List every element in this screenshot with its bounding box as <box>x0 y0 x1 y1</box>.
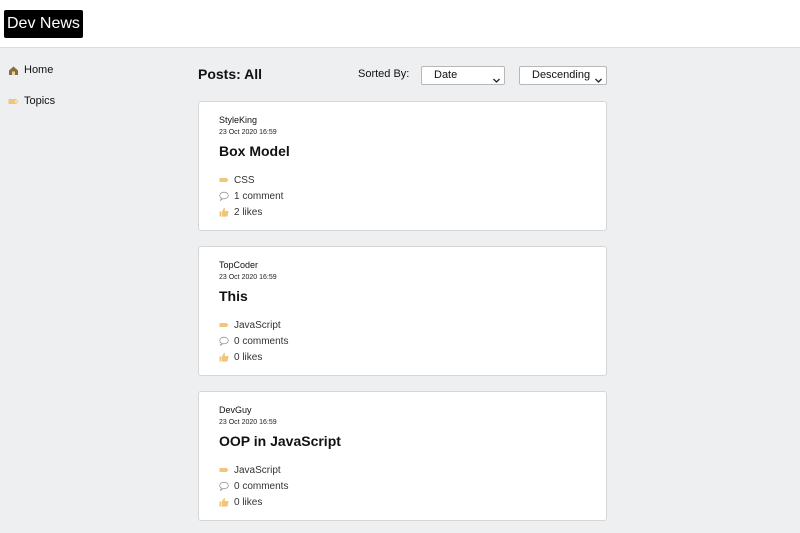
chevron-down-icon <box>493 73 500 83</box>
post-comments[interactable]: 0 comments <box>219 334 288 348</box>
tag-icon <box>219 175 229 185</box>
post-author[interactable]: DevGuy <box>219 405 252 415</box>
post-topic[interactable]: JavaScript <box>219 463 281 477</box>
post-topic-label: CSS <box>234 174 255 186</box>
sidebar-item-label: Topics <box>24 95 56 107</box>
post-topic-label: JavaScript <box>234 464 281 476</box>
sort-field-select[interactable]: Date <box>421 66 505 85</box>
post-title[interactable]: This <box>219 288 248 304</box>
post-card[interactable]: TopCoder 23 Oct 2020 16:59 This JavaScri… <box>198 246 607 376</box>
home-icon <box>8 65 19 76</box>
app-logo[interactable]: Dev News <box>4 10 83 38</box>
app-header: Dev News <box>0 0 800 48</box>
post-date: 23 Oct 2020 16:59 <box>219 274 277 281</box>
sidebar-item-label: Home <box>24 64 54 76</box>
chevron-down-icon <box>595 73 602 83</box>
post-comments-label: 0 comments <box>234 480 289 492</box>
sort-field-value: Date <box>434 69 458 81</box>
post-title[interactable]: Box Model <box>219 143 290 159</box>
sort-order-value: Descending <box>532 69 591 81</box>
sort-label: Sorted By: <box>358 68 410 80</box>
post-topic[interactable]: CSS <box>219 173 255 187</box>
tag-icon <box>8 96 19 107</box>
post-likes-label: 0 likes <box>234 351 263 363</box>
post-comments[interactable]: 0 comments <box>219 479 288 493</box>
post-card[interactable]: DevGuy 23 Oct 2020 16:59 OOP in JavaScri… <box>198 391 607 521</box>
post-comments[interactable]: 1 comment <box>219 189 283 203</box>
post-likes[interactable]: 0 likes <box>219 495 262 509</box>
post-likes[interactable]: 2 likes <box>219 205 262 219</box>
post-topic[interactable]: JavaScript <box>219 318 281 332</box>
post-card[interactable]: StyleKing 23 Oct 2020 16:59 Box Model CS… <box>198 101 607 231</box>
post-likes-label: 2 likes <box>234 206 263 218</box>
speech-bubble-icon <box>219 191 229 202</box>
post-likes-label: 0 likes <box>234 496 263 508</box>
speech-bubble-icon <box>219 481 229 492</box>
tag-icon <box>219 465 229 475</box>
post-author[interactable]: TopCoder <box>219 260 258 270</box>
post-author[interactable]: StyleKing <box>219 115 257 125</box>
page-title: Posts: All <box>198 66 263 82</box>
sidebar-item-topics[interactable]: Topics <box>8 91 55 111</box>
thumbs-up-icon <box>219 352 229 362</box>
post-comments-label: 0 comments <box>234 335 289 347</box>
post-likes[interactable]: 0 likes <box>219 350 262 364</box>
thumbs-up-icon <box>219 497 229 507</box>
post-title[interactable]: OOP in JavaScript <box>219 433 341 449</box>
sort-order-select[interactable]: Descending <box>519 66 607 85</box>
post-comments-label: 1 comment <box>234 190 284 202</box>
sidebar-item-home[interactable]: Home <box>8 60 53 80</box>
post-date: 23 Oct 2020 16:59 <box>219 129 277 136</box>
tag-icon <box>219 320 229 330</box>
post-topic-label: JavaScript <box>234 319 281 331</box>
speech-bubble-icon <box>219 336 229 347</box>
thumbs-up-icon <box>219 207 229 217</box>
post-date: 23 Oct 2020 16:59 <box>219 419 277 426</box>
